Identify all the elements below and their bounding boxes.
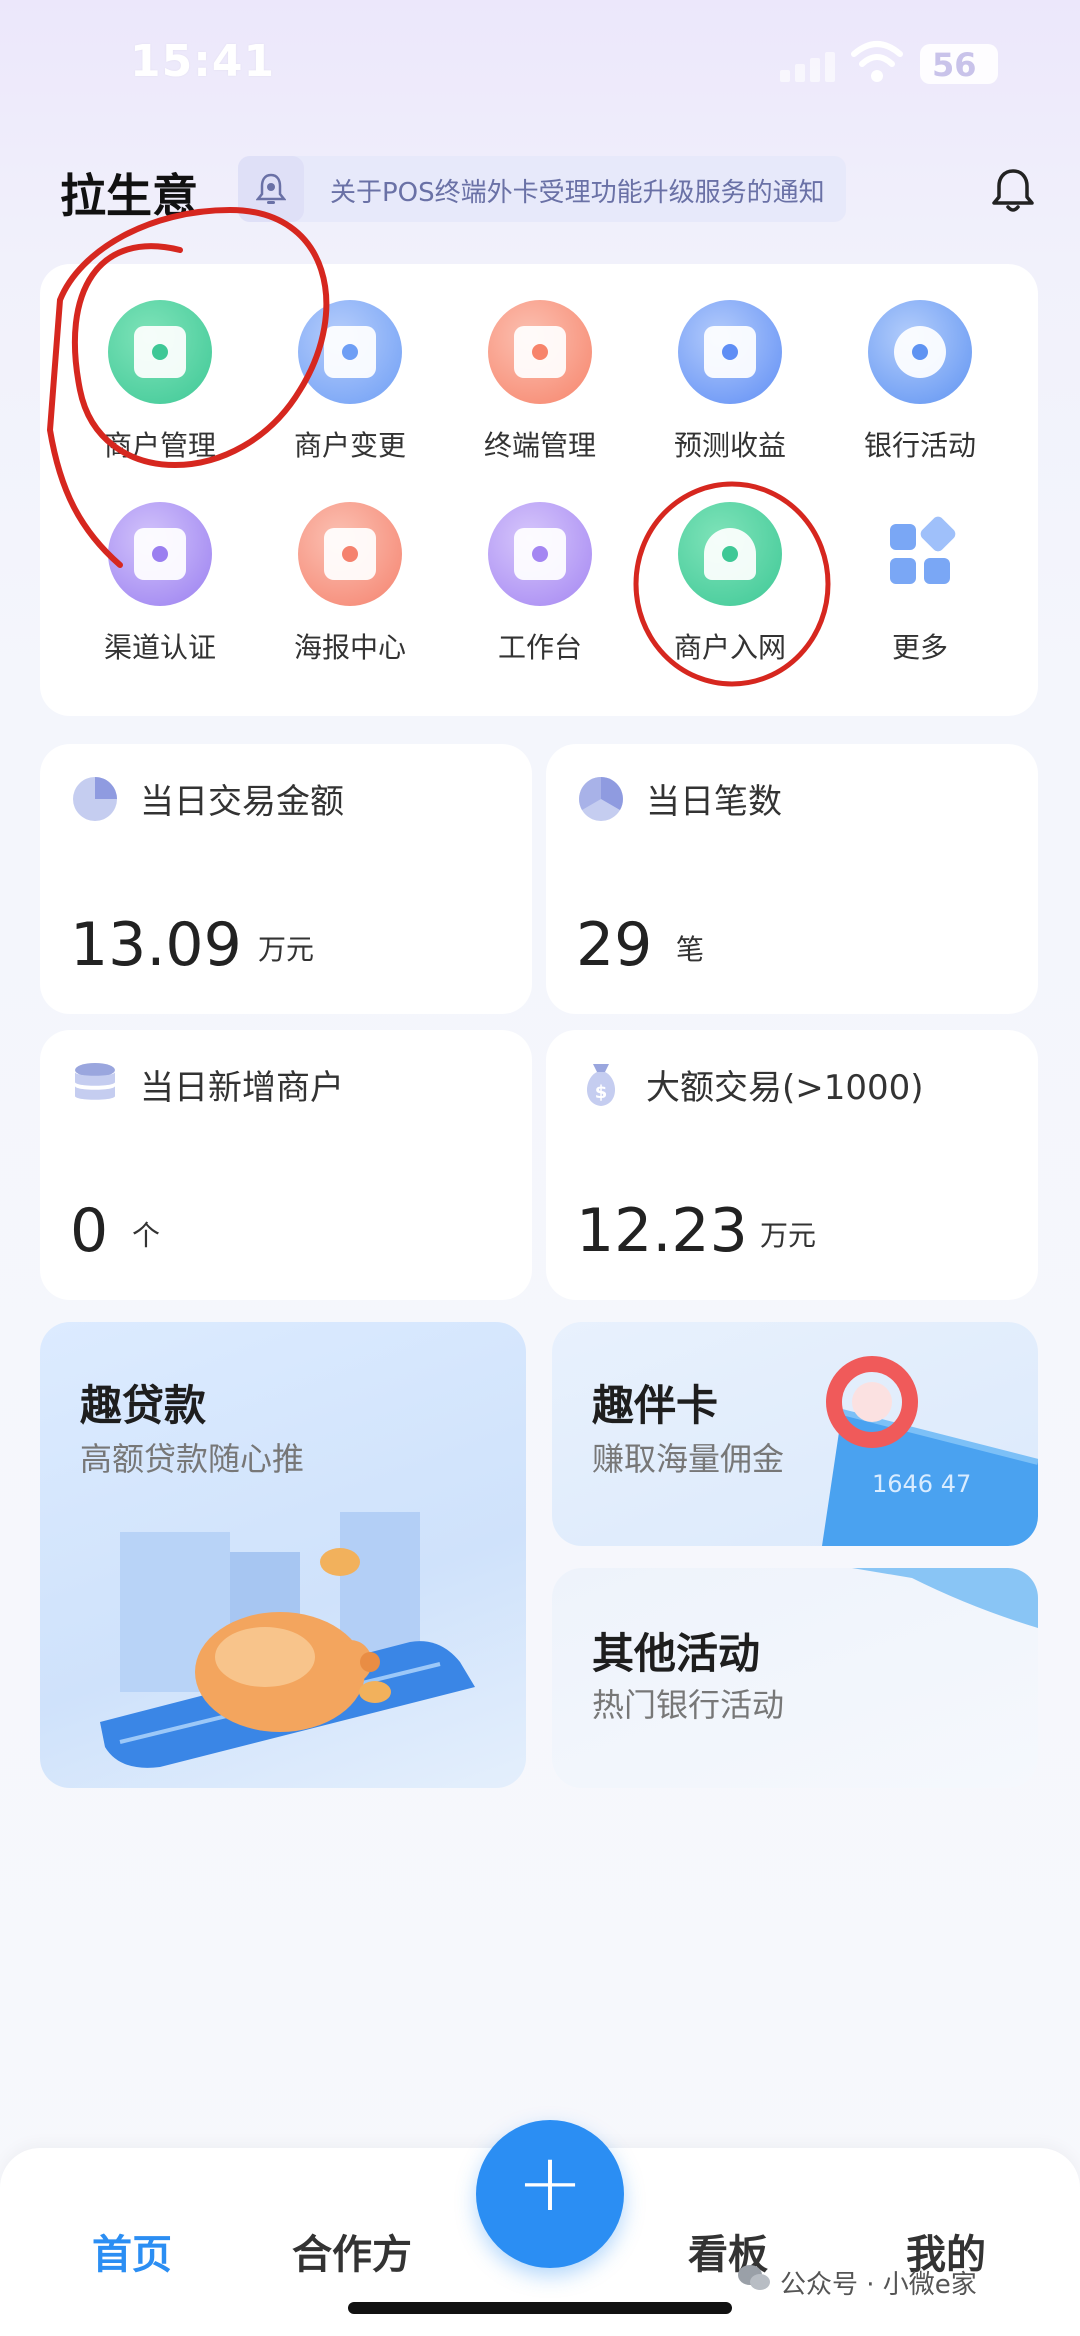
battery-level: 56	[932, 46, 977, 84]
svg-text:1646 47: 1646 47	[872, 1470, 971, 1498]
stat-label: 当日新增商户	[140, 1068, 344, 1108]
pie-chart-icon	[579, 777, 623, 821]
func-more[interactable]: 更多	[825, 502, 1015, 692]
pie-chart-icon	[73, 777, 117, 821]
func-terminal-management[interactable]: 终端管理	[445, 300, 635, 490]
stat-unit: 万元	[760, 1219, 817, 1252]
promo-subtitle: 高额贷款随心推	[80, 1440, 305, 1478]
wechat-icon	[738, 2265, 770, 2290]
add-button[interactable]: +	[476, 2120, 624, 2268]
stat-card-daily-count[interactable]: 当日笔数 29 笔	[546, 744, 1038, 1014]
stat-unit: 个	[132, 1219, 161, 1252]
notice-text[interactable]: 关于POS终端外卡受理功能升级服务的通知	[330, 172, 825, 209]
credit-card-illustration: 1646 47	[822, 1356, 1038, 1546]
stat-value: 13.09	[70, 910, 242, 980]
database-stack-icon	[75, 1063, 115, 1100]
promo-subtitle: 赚取海量佣金	[592, 1440, 785, 1478]
stat-unit: 万元	[258, 933, 315, 966]
status-time: 15:41	[130, 36, 276, 87]
stat-card-daily-amount[interactable]: 当日交易金额 13.09 万元	[40, 744, 532, 1014]
func-label: 预测收益	[673, 429, 786, 462]
promo-title: 趣伴卡	[592, 1381, 719, 1430]
func-label: 海报中心	[293, 631, 406, 664]
grid-more-icon	[890, 516, 956, 584]
terminal-management-icon	[488, 300, 592, 404]
nav-home[interactable]: 首页	[92, 2222, 172, 2280]
home-indicator	[348, 2302, 732, 2314]
func-label: 更多	[891, 631, 948, 664]
wifi-icon	[851, 41, 903, 82]
func-label: 工作台	[497, 631, 582, 664]
watermark-text: 公众号 · 小微e家	[780, 2270, 977, 2300]
promo-title: 趣贷款	[80, 1381, 207, 1430]
red-circle-annotation	[633, 481, 831, 687]
promo-card-card[interactable]: 趣伴卡 赚取海量佣金 1646 47	[552, 1322, 1038, 1546]
stat-value: 12.23	[576, 1196, 748, 1266]
money-bag-icon: $	[586, 1064, 616, 1106]
stat-unit: 笔	[676, 933, 705, 966]
card-corner-illustration	[852, 1568, 1038, 1628]
func-label: 银行活动	[863, 429, 976, 462]
stat-label: 当日交易金额	[140, 782, 344, 822]
func-workbench[interactable]: 工作台	[445, 502, 635, 692]
stat-value: 29	[576, 910, 653, 980]
workbench-icon	[488, 502, 592, 606]
red-circle-annotation	[46, 206, 330, 568]
promo-subtitle: 热门银行活动	[592, 1686, 785, 1724]
stat-card-new-merchants[interactable]: 当日新增商户 0 个	[40, 1030, 532, 1300]
func-bank-activity[interactable]: 银行活动	[825, 300, 1015, 490]
bank-activity-icon	[868, 300, 972, 404]
plus-icon: +	[516, 2136, 584, 2229]
svg-text:$: $	[595, 1082, 608, 1103]
func-label: 渠道认证	[103, 631, 216, 664]
promo-title: 其他活动	[592, 1629, 761, 1678]
promo-other-activities[interactable]: 其他活动 热门银行活动	[552, 1568, 1038, 1788]
stat-value: 0	[70, 1196, 109, 1266]
bell-icon[interactable]	[990, 166, 1036, 214]
cellular-signal-icon	[780, 52, 835, 82]
func-label: 终端管理	[483, 429, 596, 462]
stat-label: 大额交易(>1000)	[646, 1068, 924, 1108]
promo-loan-card[interactable]: 趣贷款 高额贷款随心推	[40, 1322, 526, 1788]
stat-label: 当日笔数	[646, 782, 782, 822]
piggy-bank-card-illustration	[100, 1512, 475, 1768]
yuan-earnings-icon	[678, 300, 782, 404]
stat-card-large-transactions[interactable]: $ 大额交易(>1000) 12.23 万元	[546, 1030, 1038, 1300]
nav-partner[interactable]: 合作方	[292, 2222, 412, 2280]
func-predicted-earnings[interactable]: 预测收益	[635, 300, 825, 490]
